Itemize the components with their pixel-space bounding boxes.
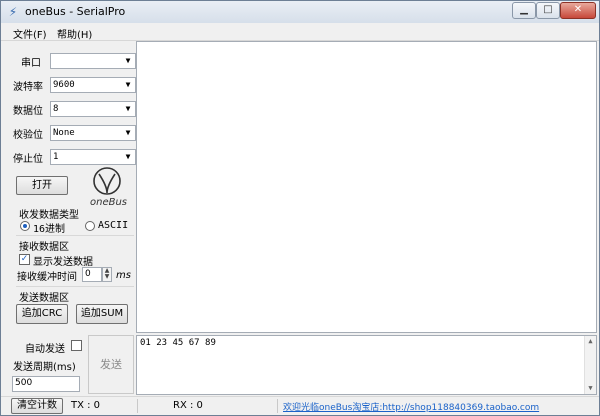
send-period-label: 发送周期(ms) [13, 362, 76, 373]
open-button[interactable]: 打开 [16, 176, 68, 195]
hex-radio-label: 16进制 [33, 224, 66, 235]
databits-value: 8 [53, 104, 59, 114]
chevron-down-icon: ▼ [125, 152, 131, 161]
send-controls: 自动发送 发送周期(ms) 500 发送 [4, 335, 136, 395]
divider [137, 399, 138, 413]
databits-label: 数据位 [13, 106, 43, 117]
parity-label: 校验位 [13, 130, 43, 141]
parity-select[interactable]: None ▼ [50, 125, 136, 141]
show-sent-label: 显示发送数据 [33, 257, 93, 268]
scroll-up-icon[interactable]: ▲ [585, 336, 596, 347]
auto-send-label: 自动发送 [25, 344, 65, 355]
data-type-title: 收发数据类型 [19, 210, 79, 221]
buffer-unit: ms [116, 270, 131, 281]
send-scrollbar[interactable]: ▲ ▼ [584, 336, 596, 394]
onebus-logo-icon [93, 167, 121, 195]
buffer-time-spinner[interactable]: ▲ ▼ [102, 267, 112, 282]
plug-icon: ⚡ [8, 5, 18, 19]
spin-down-icon: ▼ [104, 273, 110, 280]
hex-radio[interactable] [20, 221, 30, 231]
chevron-down-icon: ▼ [125, 128, 131, 137]
window-title: oneBus - SerialPro [25, 5, 126, 18]
scroll-down-icon[interactable]: ▼ [585, 383, 596, 394]
databits-select[interactable]: 8 ▼ [50, 101, 136, 117]
baud-select[interactable]: 9600 ▼ [50, 77, 136, 93]
port-select[interactable]: ▼ [50, 53, 136, 69]
status-bar: 清空计数 TX : 0 RX : 0 欢迎光临oneBus淘宝店:http://… [1, 396, 599, 415]
ascii-radio-label: ASCII [98, 220, 129, 231]
chevron-down-icon: ▼ [125, 104, 131, 113]
divider [16, 286, 134, 287]
settings-panel: 串口 ▼ 波特率 9600 ▼ 数据位 8 ▼ 校验位 None ▼ 停止位 1… [4, 41, 136, 331]
minimize-button[interactable]: ▁ [512, 2, 536, 19]
close-button[interactable]: ✕ [560, 2, 596, 19]
chevron-down-icon: ▼ [125, 80, 131, 89]
logo-text: oneBus [90, 197, 128, 208]
auto-send-checkbox[interactable] [71, 340, 82, 351]
app-window: ⚡ oneBus - SerialPro ▁ □ ✕ 文件(F) 帮助(H) 串… [0, 0, 600, 416]
send-period-input[interactable]: 500 [12, 376, 80, 392]
menu-bar: 文件(F) 帮助(H) [1, 23, 599, 41]
divider [16, 235, 134, 236]
send-textarea[interactable]: 01 23 45 67 89 ▲ ▼ [136, 335, 597, 395]
minimize-icon: ▁ [520, 4, 528, 15]
clear-count-button[interactable]: 清空计数 [11, 398, 63, 414]
send-button[interactable]: 发送 [88, 335, 134, 394]
shop-link[interactable]: 欢迎光临oneBus淘宝店:http://shop118840369.taoba… [283, 400, 539, 413]
menu-file[interactable]: 文件(F) [13, 26, 47, 41]
send-content: 01 23 45 67 89 [140, 338, 216, 348]
parity-value: None [53, 128, 75, 138]
menu-help[interactable]: 帮助(H) [57, 26, 92, 41]
title-bar[interactable]: ⚡ oneBus - SerialPro ▁ □ ✕ [1, 1, 599, 23]
receive-group-title: 接收数据区 [19, 242, 69, 253]
stopbits-label: 停止位 [13, 154, 43, 165]
rx-count: RX : 0 [173, 400, 203, 411]
receive-textarea[interactable] [136, 41, 597, 333]
port-label: 串口 [21, 58, 41, 69]
stopbits-value: 1 [53, 152, 59, 162]
close-icon: ✕ [573, 4, 583, 15]
divider [277, 399, 278, 413]
buffer-time-input[interactable]: 0 [82, 267, 102, 282]
show-sent-checkbox[interactable]: ✓ [19, 254, 30, 265]
stopbits-select[interactable]: 1 ▼ [50, 149, 136, 165]
add-sum-button[interactable]: 追加SUM [76, 304, 128, 324]
buffer-time-label: 接收缓冲时间 [17, 272, 77, 283]
chevron-down-icon: ▼ [125, 56, 131, 65]
baud-value: 9600 [53, 80, 75, 90]
add-crc-button[interactable]: 追加CRC [16, 304, 68, 324]
tx-count: TX : 0 [71, 400, 101, 411]
maximize-icon: □ [543, 4, 553, 15]
send-group-title: 发送数据区 [19, 293, 69, 304]
baud-label: 波特率 [13, 82, 43, 93]
maximize-button[interactable]: □ [536, 2, 560, 19]
ascii-radio[interactable] [85, 221, 95, 231]
